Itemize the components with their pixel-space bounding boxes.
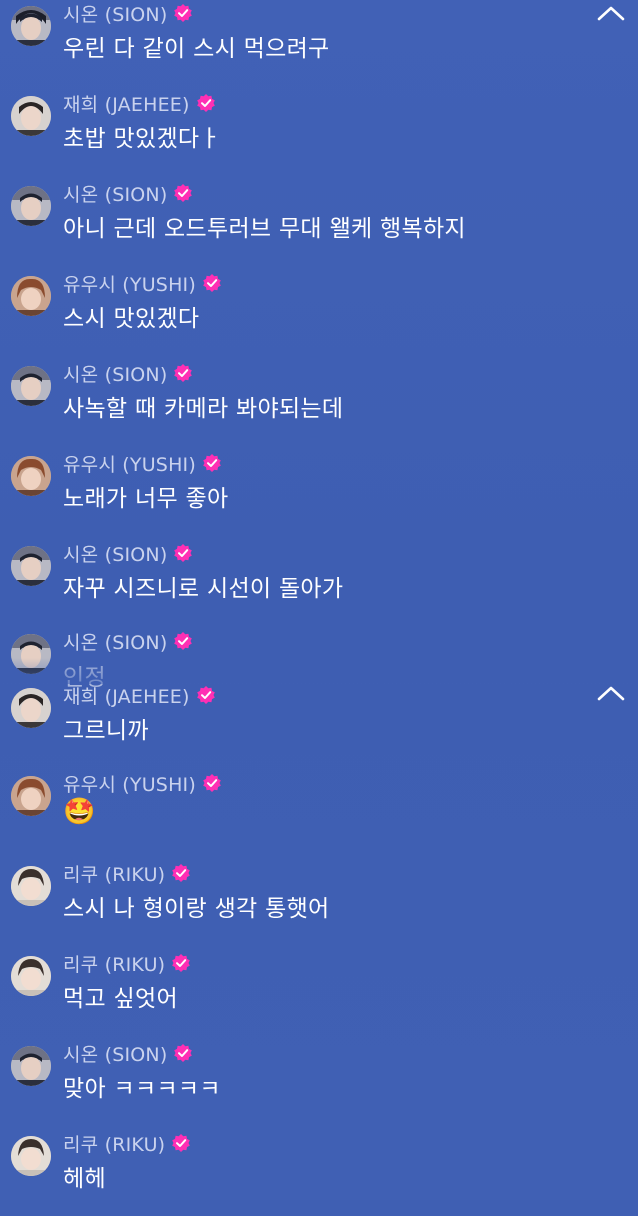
chat-screen: 시온 (SION) 우린 다 같이 스시 먹으려구 재희 (JAEHEE) 초밥… bbox=[0, 0, 638, 1200]
message-text: 맞아 ㅋㅋㅋㅋㅋ bbox=[63, 1076, 221, 1102]
verified-badge-icon bbox=[174, 4, 193, 22]
avatar[interactable] bbox=[11, 6, 51, 46]
chat-message: 재희 (JAEHEE) 초밥 맛있겠다ㅏ bbox=[0, 86, 638, 176]
avatar[interactable] bbox=[11, 866, 51, 906]
sender-row: 리쿠 (RIKU) bbox=[63, 860, 191, 886]
verified-badge-icon bbox=[174, 364, 193, 382]
sender-row: 시온 (SION) bbox=[63, 360, 193, 386]
sender-name[interactable]: 유우시 (YUSHI) bbox=[63, 450, 196, 477]
avatar[interactable] bbox=[11, 956, 51, 996]
message-text: 헤헤 bbox=[63, 1166, 106, 1192]
avatar[interactable] bbox=[11, 96, 51, 136]
avatar[interactable] bbox=[11, 276, 51, 316]
sender-row: 유우시 (YUSHI) bbox=[63, 270, 222, 296]
message-emoji: 🤩 bbox=[63, 797, 96, 827]
chat-message: 유우시 (YUSHI) 🤩 bbox=[0, 766, 638, 856]
verified-badge-icon bbox=[196, 94, 215, 112]
chat-message: 유우시 (YUSHI) 노래가 너무 좋아 bbox=[0, 446, 638, 536]
verified-badge-icon bbox=[172, 1134, 191, 1152]
chat-message: 리쿠 (RIKU) 스시 나 형이랑 생각 통햇어 bbox=[0, 856, 638, 946]
sender-row: 유우시 (YUSHI) bbox=[63, 770, 222, 796]
message-text: 먹고 싶엇어 bbox=[63, 986, 178, 1012]
message-text: 아니 근데 오드투러브 무대 왤케 행복하지 bbox=[63, 216, 466, 242]
verified-badge-icon bbox=[174, 184, 193, 202]
verified-badge-icon bbox=[172, 864, 191, 882]
sender-row: 시온 (SION) bbox=[63, 0, 193, 26]
message-text: 노래가 너무 좋아 bbox=[63, 486, 229, 512]
avatar[interactable] bbox=[11, 456, 51, 496]
sender-row: 시온 (SION) bbox=[63, 1040, 193, 1066]
chat-message: 리쿠 (RIKU) 헤헤 bbox=[0, 1126, 638, 1216]
message-text: 사녹할 때 카메라 봐야되는데 bbox=[63, 396, 344, 422]
verified-badge-icon bbox=[174, 544, 193, 562]
verified-badge-icon bbox=[203, 454, 221, 472]
sender-row: 시온 (SION) bbox=[63, 180, 193, 206]
avatar[interactable] bbox=[11, 366, 51, 406]
chat-message: 시온 (SION) 우린 다 같이 스시 먹으려구 bbox=[0, 0, 638, 86]
message-text: 자꾸 시즈니로 시선이 돌아가 bbox=[63, 576, 344, 602]
sender-name[interactable]: 리쿠 (RIKU) bbox=[63, 950, 165, 977]
verified-badge-icon bbox=[174, 1044, 193, 1062]
sender-name[interactable]: 시온 (SION) bbox=[63, 0, 167, 27]
message-text: 스시 맛있겠다 bbox=[63, 306, 200, 332]
sender-name[interactable]: 재희 (JAEHEE) bbox=[63, 90, 190, 117]
sender-name[interactable]: 유우시 (YUSHI) bbox=[63, 770, 196, 797]
sender-row: 시온 (SION) bbox=[63, 540, 193, 566]
sender-name[interactable]: 시온 (SION) bbox=[63, 540, 167, 567]
verified-badge-icon bbox=[196, 686, 215, 704]
sender-row: 시온 (SION) bbox=[63, 628, 193, 654]
message-text: 우린 다 같이 스시 먹으려구 bbox=[63, 36, 330, 62]
message-text: 초밥 맛있겠다ㅏ bbox=[63, 126, 221, 152]
chat-message: 시온 (SION) 아니 근데 오드투러브 무대 왤케 행복하지 bbox=[0, 176, 638, 266]
sender-row: 재희 (JAEHEE) bbox=[63, 682, 216, 708]
verified-badge-icon bbox=[172, 954, 191, 972]
avatar[interactable] bbox=[11, 688, 51, 728]
verified-badge-icon bbox=[203, 274, 221, 292]
avatar[interactable] bbox=[11, 776, 51, 816]
avatar[interactable] bbox=[11, 1046, 51, 1086]
avatar[interactable] bbox=[11, 186, 51, 226]
sender-name[interactable]: 리쿠 (RIKU) bbox=[63, 1130, 165, 1157]
verified-badge-icon bbox=[174, 632, 193, 650]
sender-row: 재희 (JAEHEE) bbox=[63, 90, 216, 116]
sender-name[interactable]: 시온 (SION) bbox=[63, 1040, 167, 1067]
chat-message: 리쿠 (RIKU) 먹고 싶엇어 bbox=[0, 946, 638, 1036]
chat-message: 재희 (JAEHEE) 그르니까 bbox=[0, 678, 638, 768]
sender-name[interactable]: 유우시 (YUSHI) bbox=[63, 270, 196, 297]
avatar[interactable] bbox=[11, 1136, 51, 1176]
sender-row: 리쿠 (RIKU) bbox=[63, 950, 191, 976]
sender-row: 유우시 (YUSHI) bbox=[63, 450, 222, 476]
chat-message: 시온 (SION) 맞아 ㅋㅋㅋㅋㅋ bbox=[0, 1036, 638, 1126]
sender-name[interactable]: 시온 (SION) bbox=[63, 180, 167, 207]
sender-name[interactable]: 시온 (SION) bbox=[63, 360, 167, 387]
message-text: 스시 나 형이랑 생각 통햇어 bbox=[63, 896, 330, 922]
sender-name[interactable]: 리쿠 (RIKU) bbox=[63, 860, 165, 887]
sender-name[interactable]: 시온 (SION) bbox=[63, 628, 167, 655]
chat-message: 시온 (SION) 사녹할 때 카메라 봐야되는데 bbox=[0, 356, 638, 446]
sender-row: 리쿠 (RIKU) bbox=[63, 1130, 191, 1156]
chat-message: 시온 (SION) 자꾸 시즈니로 시선이 돌아가 bbox=[0, 536, 638, 626]
message-text: 그르니까 bbox=[63, 718, 149, 744]
avatar[interactable] bbox=[11, 546, 51, 586]
sender-name[interactable]: 재희 (JAEHEE) bbox=[63, 682, 190, 709]
chat-message: 유우시 (YUSHI) 스시 맛있겠다 bbox=[0, 266, 638, 356]
verified-badge-icon bbox=[203, 774, 221, 792]
avatar[interactable] bbox=[11, 634, 51, 674]
